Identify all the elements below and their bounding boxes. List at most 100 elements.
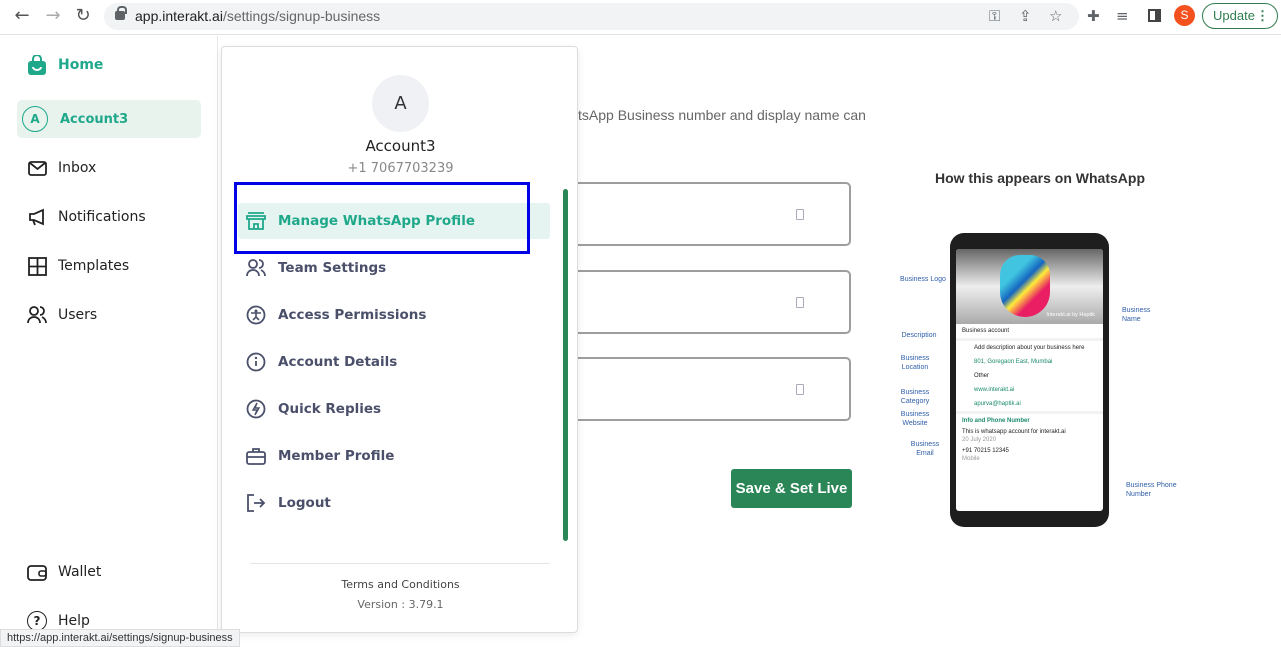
sidebar-item-label: Inbox [58, 160, 97, 176]
users-icon [246, 258, 266, 278]
label-business-name: Business Name [1122, 307, 1151, 323]
sidebar-item-label: Templates [58, 258, 130, 274]
sidepanel-icon[interactable] [1148, 9, 1161, 22]
label-business-category: Business Category [900, 389, 930, 405]
update-button[interactable]: Update ⋮ [1202, 3, 1278, 29]
menu-item-label: Quick Replies [278, 401, 382, 417]
whatsapp-preview-phone: Interakt.ai by Haptik Business account A… [950, 233, 1109, 527]
preview-info-text: This is whatsapp account for interakt.ai [962, 429, 1066, 435]
business-logo-area: Interakt.ai by Haptik [956, 249, 1103, 324]
share-icon[interactable]: ⇪ [1019, 7, 1032, 25]
url-domain: app.interakt.ai [135, 8, 223, 24]
preview-address: 801, Goregaon East, Mumbai [974, 359, 1053, 365]
label-business-logo: Business Logo [900, 276, 946, 283]
sidebar: Home A Account3 Inbox Notifications Temp… [0, 36, 218, 647]
display-name-field[interactable] [560, 182, 851, 246]
preview-phone-type: Mobile [962, 456, 980, 462]
logout-icon [246, 493, 266, 513]
sidebar-item-templates[interactable]: Templates [27, 254, 129, 278]
megaphone-icon [27, 207, 47, 227]
reload-icon[interactable]: ↻ [71, 5, 95, 26]
sidebar-item-home[interactable]: Home [27, 53, 103, 77]
menu-item-team-settings[interactable]: Team Settings [246, 256, 386, 280]
browser-toolbar: ← → ↻ app.interakt.ai/settings/signup-bu… [0, 0, 1281, 35]
label-description: Description [901, 332, 937, 339]
sidebar-item-label: Users [58, 307, 98, 323]
hand-logo [1000, 255, 1050, 317]
label-business-email: Business Email [910, 441, 940, 457]
menu-scrollbar[interactable] [563, 189, 568, 541]
users-icon [27, 305, 47, 325]
sidebar-item-label: Notifications [58, 209, 146, 225]
label-business-location: Business Location [900, 355, 930, 371]
preview-location: Add description about your business here [974, 345, 1085, 351]
account-menu: A Account3 +1 7067703239 Manage WhatsApp… [221, 46, 578, 633]
sidebar-item-label: Help [58, 613, 90, 629]
status-bar-url: https://app.interakt.ai/settings/signup-… [0, 629, 240, 647]
sidebar-item-label: Wallet [58, 564, 102, 580]
menu-item-label: Account Details [278, 354, 398, 370]
url-path: /settings/signup-business [222, 8, 381, 24]
sidebar-item-label: Account3 [60, 111, 129, 127]
menu-item-label: Access Permissions [278, 307, 427, 323]
star-icon[interactable]: ☆ [1049, 7, 1062, 25]
sidebar-item-notifications[interactable]: Notifications [27, 205, 146, 229]
accessibility-icon [246, 305, 266, 325]
help-icon: ? [27, 611, 47, 631]
business-field[interactable] [560, 357, 851, 421]
sidebar-item-wallet[interactable]: Wallet [27, 560, 101, 584]
preview-email: apurva@haptik.ai [956, 397, 1103, 414]
field-icon [796, 209, 804, 220]
terms-link[interactable]: Terms and Conditions [222, 578, 579, 591]
briefcase-icon [246, 446, 266, 466]
save-set-live-button[interactable]: Save & Set Live [731, 469, 852, 508]
lightning-icon [246, 399, 266, 419]
preview-title: How this appears on WhatsApp [934, 170, 1145, 186]
menu-item-access-permissions[interactable]: Access Permissions [246, 303, 426, 327]
menu-item-logout[interactable]: Logout [246, 491, 331, 515]
update-label: Update [1213, 8, 1255, 23]
mail-icon [27, 158, 47, 178]
back-icon[interactable]: ← [10, 5, 34, 26]
forward-icon[interactable]: → [41, 5, 65, 26]
menu-item-account-details[interactable]: Account Details [246, 350, 397, 374]
profile-avatar[interactable]: S [1174, 5, 1195, 26]
field-icon [796, 297, 804, 308]
menu-item-member-profile[interactable]: Member Profile [246, 444, 394, 468]
field-icon [796, 384, 804, 395]
account-phone: +1 7067703239 [347, 161, 454, 176]
sidebar-item-users[interactable]: Users [27, 303, 97, 327]
wallet-icon [27, 562, 47, 582]
kebab-icon[interactable]: ⋮ [1256, 4, 1269, 28]
bag-icon [27, 55, 47, 75]
menu-item-label: Member Profile [278, 448, 395, 464]
business-number-field[interactable] [560, 270, 851, 334]
preview-phone: +91 70215 12345 [962, 448, 1009, 454]
key-icon[interactable]: ⚿ [989, 7, 1000, 25]
menu-item-quick-replies[interactable]: Quick Replies [246, 397, 381, 421]
sidebar-item-inbox[interactable]: Inbox [27, 156, 96, 180]
label-business-website: Business Website [900, 411, 930, 427]
preview-website: www.interakt.ai [974, 387, 1015, 393]
account-avatar: A [22, 106, 48, 132]
preview-category: Other [974, 373, 990, 379]
highlight-box [234, 182, 530, 254]
preview-info-heading: Info and Phone Number [962, 418, 1030, 424]
account-avatar: A [372, 75, 429, 132]
preview-business-name: Interakt.ai by Haptik [1046, 312, 1095, 318]
info-icon [246, 352, 266, 372]
address-bar[interactable]: app.interakt.ai/settings/signup-business [104, 3, 1079, 30]
extensions-icon[interactable]: ✚ [1087, 7, 1100, 25]
menu-item-label: Logout [278, 495, 331, 511]
page-subtitle: tsApp Business number and display name c… [578, 107, 866, 123]
sidebar-item-account[interactable]: A Account3 [22, 106, 129, 132]
preview-info-date: 20 July 2020 [962, 437, 997, 443]
grid-icon [27, 256, 47, 276]
version-label: Version : 3.79.1 [357, 598, 444, 611]
account-name: Account3 [365, 137, 436, 155]
menu-item-label: Team Settings [278, 260, 387, 276]
label-business-phone: Business Phone Number [1126, 482, 1177, 498]
sidebar-item-label: Home [58, 57, 104, 73]
lock-icon [115, 6, 127, 20]
media-icon[interactable]: ≡ [1116, 7, 1129, 25]
